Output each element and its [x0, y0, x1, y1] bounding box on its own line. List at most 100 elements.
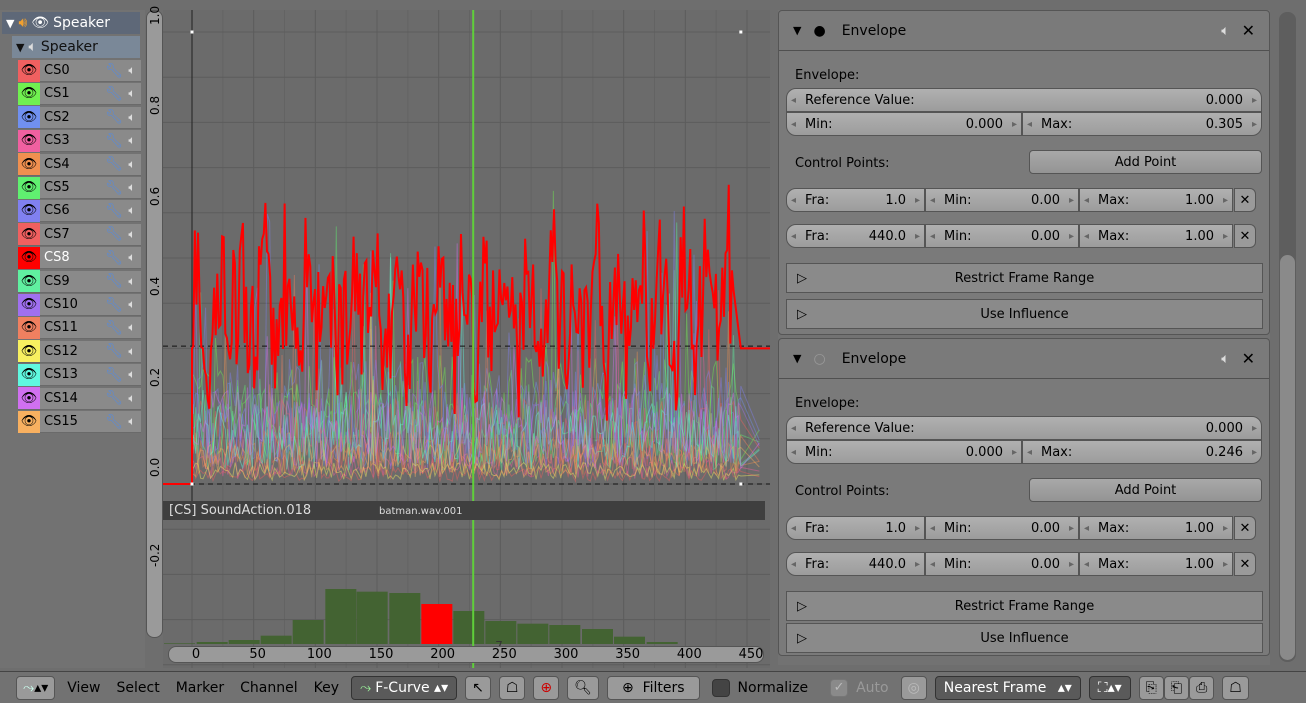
snap-select[interactable]: Nearest Frame ▴▾ [934, 675, 1081, 700]
reference-value-field[interactable]: Reference Value: 0.000 [786, 416, 1262, 440]
mute-icon[interactable]: 🔈︎ [123, 203, 141, 218]
active-radio-icon[interactable]: ○ [813, 351, 825, 367]
filters-button[interactable]: ⊕ Filters [606, 675, 700, 700]
bounds-handle[interactable] [190, 482, 194, 486]
max-field[interactable]: Max: 0.305 [1022, 112, 1262, 136]
curves-canvas[interactable]: 7 [160, 10, 779, 668]
add-point-button[interactable]: Add Point [1029, 150, 1262, 174]
wrench-icon[interactable]: 🔧︎ [105, 273, 123, 289]
mute-icon[interactable]: 🔈︎ [123, 180, 141, 195]
wrench-icon[interactable]: 🔧︎ [105, 367, 123, 383]
eye-icon[interactable]: 👁︎ [18, 293, 40, 316]
pivot-button[interactable]: ◎ [900, 675, 927, 700]
channel-cs8[interactable]: 👁︎ CS8 🔧︎ 🔈︎ [18, 246, 141, 270]
min-field[interactable]: Min: 0.000 [786, 112, 1022, 136]
wrench-icon[interactable]: 🔧︎ [105, 63, 123, 79]
delete-point-button[interactable]: ✕ [1234, 516, 1256, 540]
control-point-min-field[interactable]: Min: 0.00 [925, 188, 1079, 212]
ghost-curves-button[interactable]: ☖ [1222, 675, 1249, 700]
menu-marker[interactable]: Marker [168, 676, 232, 700]
channel-cs1[interactable]: 👁︎ CS1 🔧︎ 🔈︎ [18, 82, 141, 106]
use-influence-panel[interactable]: ▷ Use Influence [786, 623, 1263, 653]
bounds-handle[interactable] [190, 30, 194, 34]
wrench-icon[interactable]: 🔧︎ [105, 226, 123, 242]
control-point-max-field[interactable]: Max: 1.00 [1079, 552, 1233, 576]
eye-icon[interactable]: 👁︎ [18, 223, 40, 246]
menu-select[interactable]: Select [109, 676, 168, 700]
graph-area[interactable]: 7 [160, 10, 779, 668]
wrench-icon[interactable]: 🔧︎ [105, 414, 123, 430]
eye-icon[interactable]: 👁︎ [18, 410, 40, 433]
mute-icon[interactable]: 🔈︎ [123, 250, 141, 265]
panel-scrollbar-thumb[interactable] [1280, 255, 1295, 660]
delete-point-button[interactable]: ✕ [1234, 552, 1256, 576]
mode-select[interactable]: ⤳ F-Curve ▴▾ [350, 675, 458, 700]
control-point-frame-field[interactable]: Fra: 440.0 [786, 224, 925, 248]
channel-cs4[interactable]: 👁︎ CS4 🔧︎ 🔈︎ [18, 153, 141, 176]
restrict-frame-range-panel[interactable]: ▷ Restrict Frame Range [786, 263, 1263, 293]
control-point-max-field[interactable]: Max: 1.00 [1079, 224, 1233, 248]
wrench-icon[interactable]: 🔧︎ [105, 156, 123, 172]
min-field[interactable]: Min: 0.000 [786, 440, 1022, 464]
show-hidden-button[interactable]: ☖ [498, 675, 526, 700]
channel-cs11[interactable]: 👁︎ CS11 🔧︎ 🔈︎ [18, 316, 141, 340]
delete-point-button[interactable]: ✕ [1234, 224, 1256, 248]
channel-cs15[interactable]: 👁︎ CS15 🔧︎ 🔈︎ [18, 410, 141, 433]
menu-channel[interactable]: Channel [232, 676, 305, 700]
mute-icon[interactable]: 🔈︎ [123, 344, 141, 359]
wrench-icon[interactable]: 🔧︎ [105, 297, 123, 313]
eye-icon[interactable]: 👁︎ [31, 15, 49, 31]
channel-cs5[interactable]: 👁︎ CS5 🔧︎ 🔈︎ [18, 176, 141, 199]
paste-keys-button[interactable]: ⎗ [1163, 675, 1190, 700]
collapse-icon[interactable]: ▼ [793, 24, 801, 37]
mute-icon[interactable]: 🔈︎ [123, 86, 141, 101]
menu-view[interactable]: View [59, 676, 108, 700]
channel-cs2[interactable]: 👁︎ CS2 🔧︎ 🔈︎ [18, 106, 141, 129]
mute-icon[interactable]: 🔈︎ [1221, 23, 1229, 39]
eye-icon[interactable]: 👁︎ [18, 316, 40, 339]
eye-icon[interactable]: 👁︎ [18, 82, 40, 105]
menu-key[interactable]: Key [306, 676, 347, 700]
channel-cs0[interactable]: 👁︎ CS0 🔧︎ 🔈︎ [18, 59, 141, 82]
editor-type-button[interactable]: ⤳ ▴▾ [16, 675, 56, 700]
wrench-icon[interactable]: 🔧︎ [105, 390, 123, 406]
mute-icon[interactable]: 🔈︎ [123, 367, 141, 382]
channel-cs7[interactable]: 👁︎ CS7 🔧︎ 🔈︎ [18, 223, 141, 246]
delete-point-button[interactable]: ✕ [1234, 188, 1256, 212]
channel-cs3[interactable]: 👁︎ CS3 🔧︎ 🔈︎ [18, 129, 141, 153]
eye-icon[interactable]: 👁︎ [18, 387, 40, 410]
mute-icon[interactable]: 🔈︎ [1221, 351, 1229, 367]
search-button[interactable]: 🔍︎ [567, 675, 599, 700]
paste-flipped-button[interactable]: ⎙ [1189, 675, 1215, 700]
eye-icon[interactable]: 👁︎ [18, 106, 40, 129]
nla-strip[interactable]: [CS] SoundAction.018 batman.wav.001 [163, 501, 765, 520]
bounds-handle[interactable] [739, 482, 743, 486]
wrench-icon[interactable]: 🔧︎ [105, 86, 123, 102]
eye-icon[interactable]: 👁︎ [18, 199, 40, 222]
data-channel[interactable]: ▼ 🔈︎ Speaker [12, 36, 140, 58]
use-influence-panel[interactable]: ▷ Use Influence [786, 299, 1263, 329]
channel-cs10[interactable]: 👁︎ CS10 🔧︎ 🔈︎ [18, 293, 141, 316]
channel-cs6[interactable]: 👁︎ CS6 🔧︎ 🔈︎ [18, 199, 141, 223]
wrench-icon[interactable]: 🔧︎ [105, 180, 123, 196]
collapse-icon[interactable]: ▼ [16, 41, 24, 54]
mute-icon[interactable]: 🔈︎ [123, 227, 141, 242]
channel-cs14[interactable]: 👁︎ CS14 🔧︎ 🔈︎ [18, 387, 141, 410]
wrench-icon[interactable]: 🔧︎ [105, 320, 123, 336]
control-point-frame-field[interactable]: Fra: 1.0 [786, 188, 925, 212]
control-point-min-field[interactable]: Min: 0.00 [925, 516, 1079, 540]
wrench-icon[interactable]: 🔧︎ [105, 109, 123, 125]
control-point-frame-field[interactable]: Fra: 440.0 [786, 552, 925, 576]
mute-icon[interactable]: 🔈︎ [123, 297, 141, 312]
collapse-icon[interactable]: ▼ [6, 17, 14, 30]
auto-checkbox[interactable]: ✓ [830, 678, 849, 697]
mute-icon[interactable]: 🔈︎ [123, 391, 141, 406]
channel-cs12[interactable]: 👁︎ CS12 🔧︎ 🔈︎ [18, 340, 141, 363]
wrench-icon[interactable]: 🔧︎ [105, 250, 123, 266]
wrench-icon[interactable]: 🔧︎ [105, 203, 123, 219]
mute-icon[interactable]: 🔈︎ [123, 274, 141, 289]
control-point-min-field[interactable]: Min: 0.00 [925, 224, 1079, 248]
max-field[interactable]: Max: 0.246 [1022, 440, 1262, 464]
control-point-min-field[interactable]: Min: 0.00 [925, 552, 1079, 576]
eye-icon[interactable]: 👁︎ [18, 129, 40, 152]
